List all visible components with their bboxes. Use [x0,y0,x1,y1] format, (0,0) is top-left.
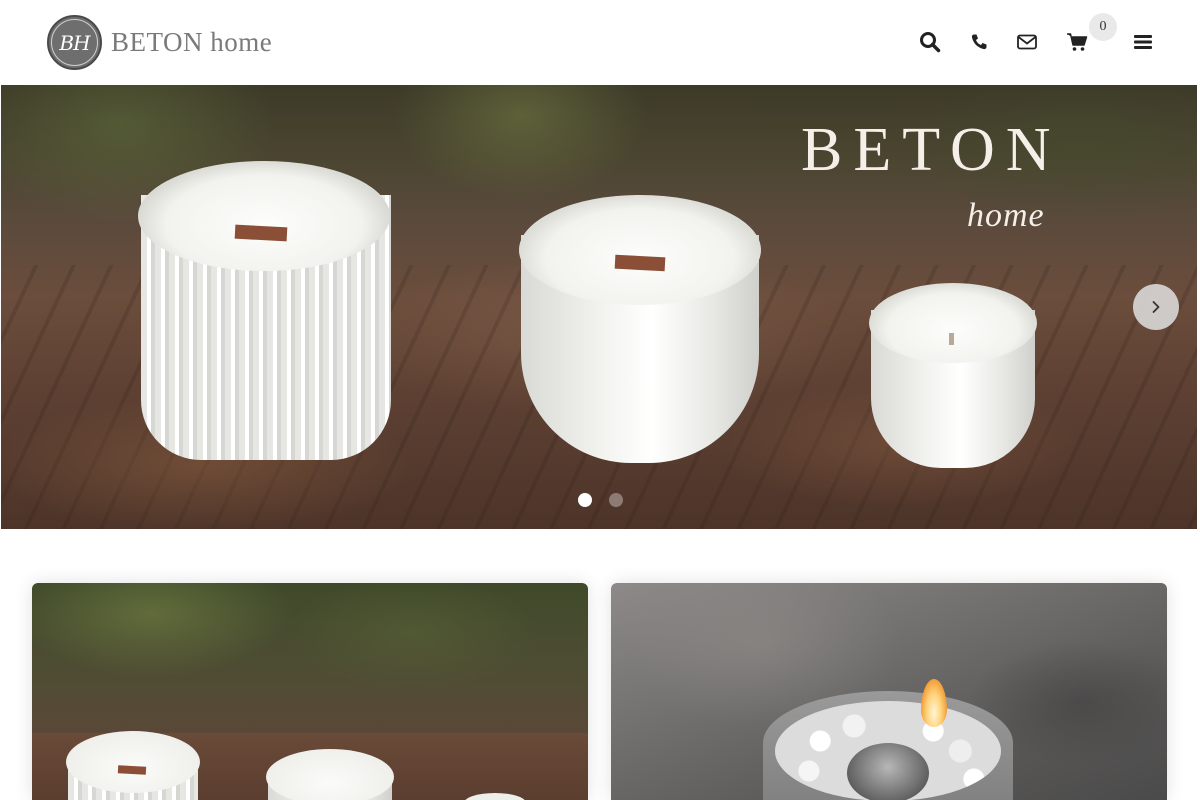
small-candle-wick [949,333,954,345]
slider-pagination [578,493,623,507]
category-card-candles[interactable] [32,583,588,800]
hero-brand-title: BETON [801,116,1062,184]
card-ribbed-candle-wick [117,765,147,775]
category-card-fireplaces[interactable] [611,583,1167,800]
slider-dot-1[interactable] [578,493,592,507]
menu-icon[interactable] [1130,29,1156,55]
small-candle-top [869,283,1037,363]
slider-dot-2[interactable] [609,493,623,507]
card-medium-candle-top [266,749,394,800]
card-ribbed-candle-top [66,731,200,793]
ribbed-candle-top [138,161,390,271]
hero-slider[interactable]: BETON home [1,85,1197,529]
hero-brand-logo: BETON home [801,115,1062,234]
ribbed-candle-wick [234,224,288,242]
hero-brand-subtitle: home [967,197,1045,234]
phone-icon[interactable] [966,29,992,55]
fire-burner [847,743,929,800]
search-icon[interactable] [917,29,943,55]
site-header: BH BETON home 0 [0,0,1200,85]
mail-icon[interactable] [1014,29,1040,55]
medium-candle-top [519,195,761,305]
slider-next-button[interactable] [1133,284,1179,330]
card-foliage [32,583,588,723]
header-icons: 0 [0,0,1200,85]
medium-candle-wick [614,254,666,272]
cart-icon[interactable] [1064,29,1090,55]
cart-count-badge: 0 [1089,13,1117,41]
chevron-right-icon [1152,301,1160,313]
